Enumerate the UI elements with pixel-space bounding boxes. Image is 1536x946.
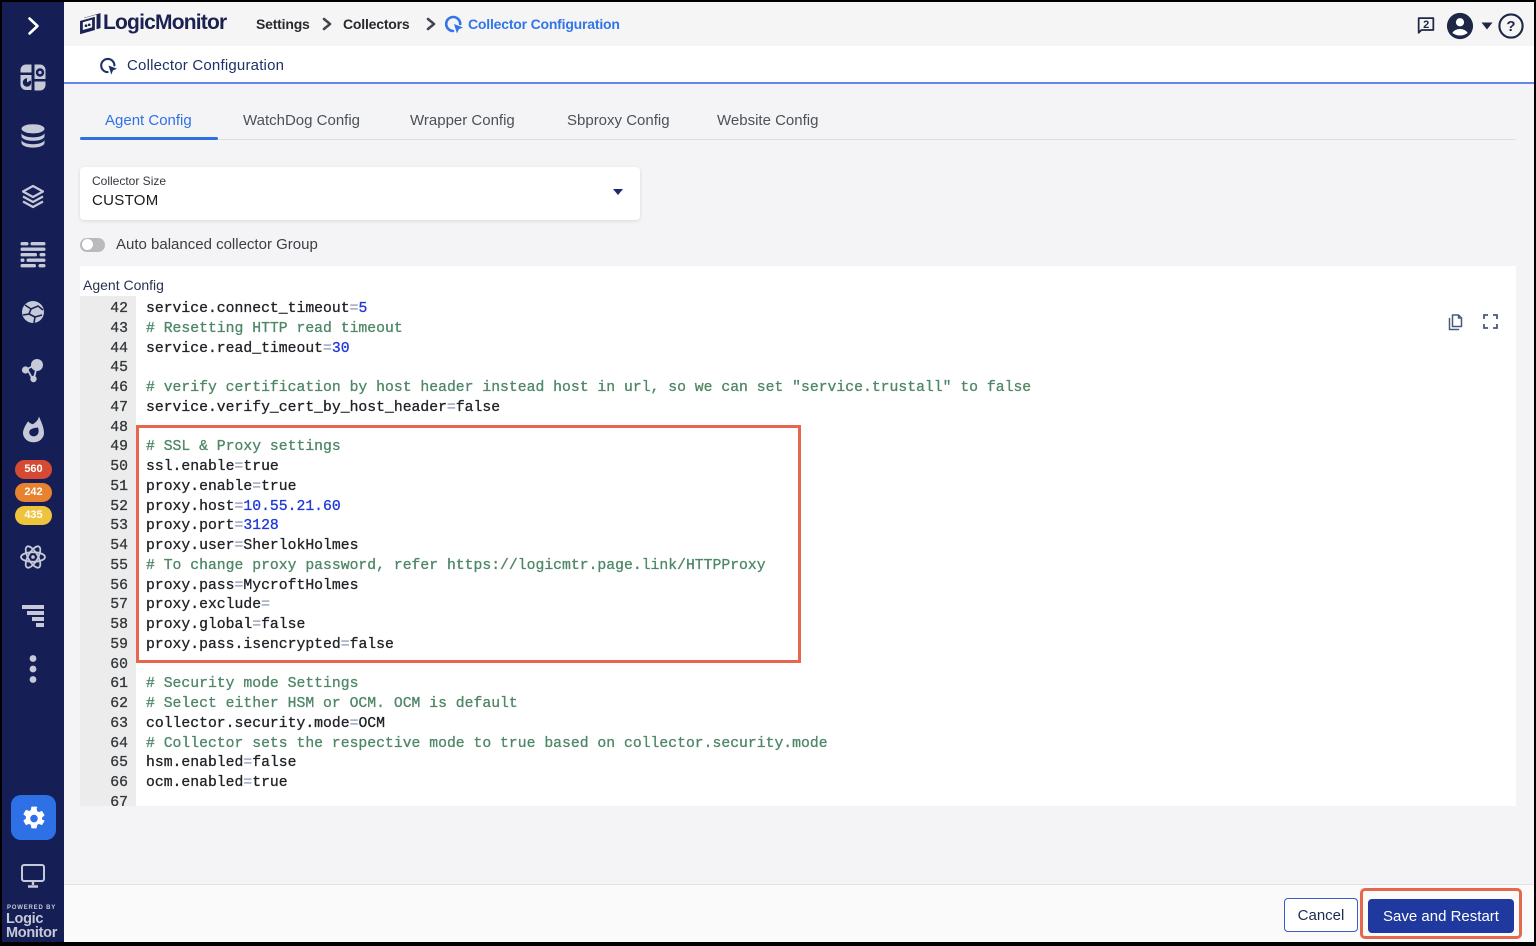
svg-text:2: 2 <box>1423 19 1429 31</box>
svg-text:?: ? <box>1506 18 1515 35</box>
